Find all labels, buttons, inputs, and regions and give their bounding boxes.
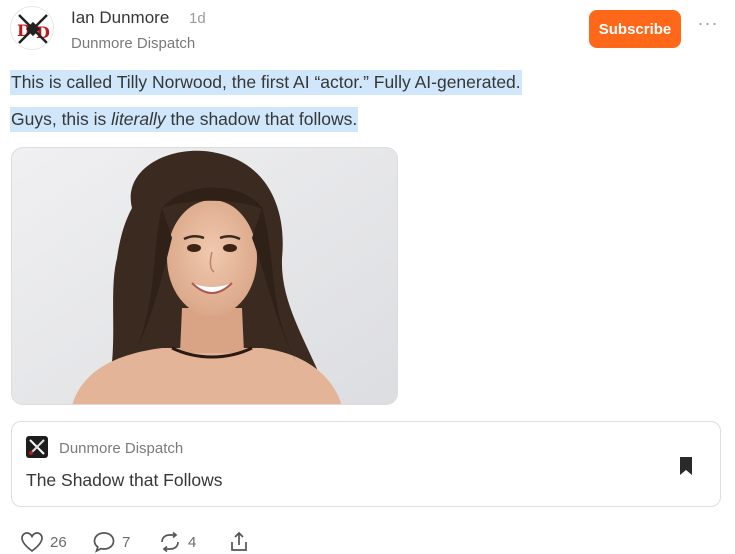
like-button[interactable]: 26 <box>20 530 67 554</box>
post-text-line-2-start: Guys, this is <box>11 109 112 129</box>
post-text-emphasis: literally <box>111 109 166 129</box>
comment-count: 7 <box>122 533 131 551</box>
embed-post-title[interactable]: The Shadow that Follows <box>26 470 223 491</box>
publication-name[interactable]: Dunmore Dispatch <box>71 35 195 52</box>
share-button[interactable] <box>228 530 250 554</box>
post-text-line-2: Guys, this is literally the shadow that … <box>10 107 359 132</box>
share-icon <box>231 531 247 551</box>
embed-publication-logo <box>26 436 48 458</box>
publication-avatar[interactable]: D D <box>10 6 54 50</box>
subscribe-button[interactable]: Subscribe <box>589 10 681 48</box>
restack-count: 4 <box>188 533 197 551</box>
comment-button[interactable]: 7 <box>92 530 130 554</box>
dunmore-dispatch-logo: D D <box>11 7 53 49</box>
comment-bubble-icon <box>93 532 115 553</box>
restack-button[interactable]: 4 <box>158 530 196 554</box>
restack-icon <box>161 531 179 553</box>
post-age: 1d <box>189 10 206 27</box>
post-image[interactable] <box>11 147 398 405</box>
author-name[interactable]: Ian Dunmore <box>71 8 169 28</box>
post-text-line-1: This is called Tilly Norwood, the first … <box>10 70 522 95</box>
crossed-swords-icon <box>29 439 45 455</box>
heart-icon <box>21 532 43 553</box>
embedded-post-card[interactable]: Dunmore Dispatch The Shadow that Follows <box>11 421 721 507</box>
bookmark-icon[interactable] <box>677 455 695 477</box>
like-count: 26 <box>50 533 67 551</box>
portrait-image <box>12 148 397 404</box>
post-text-line-2-end: the shadow that follows. <box>165 109 358 129</box>
embed-publication-name: Dunmore Dispatch <box>59 440 184 457</box>
more-options-icon[interactable]: ··· <box>697 14 719 36</box>
